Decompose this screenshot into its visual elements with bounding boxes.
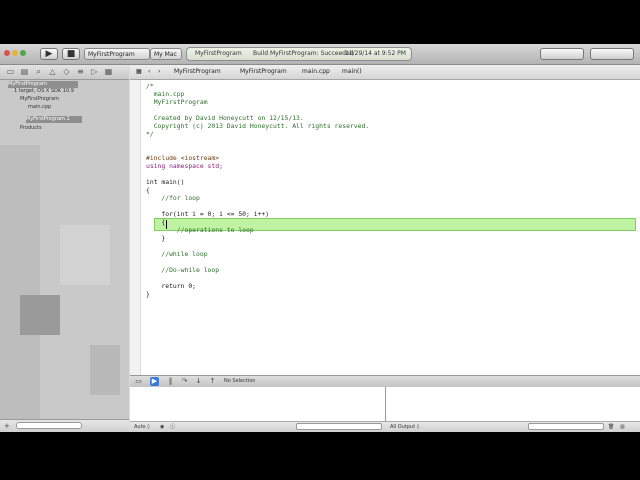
test-icon[interactable]: ◇	[62, 67, 71, 76]
close-dot[interactable]	[4, 50, 10, 56]
console-filter-input[interactable]	[528, 423, 604, 430]
project-navigator: ▭ ▤ ⌕ △ ◇ ≡ ▷ ▦ MyFirstProgram 1 target,…	[0, 65, 129, 432]
tree-item-main-cpp[interactable]: main.cpp	[28, 104, 51, 111]
tree-item-products[interactable]: Products	[20, 125, 42, 132]
code-line: Copyright (c) 2013 David Honeycutt. All …	[146, 122, 370, 130]
code-line: int main()	[146, 178, 185, 186]
code-line: /*	[146, 82, 154, 90]
zoom-dot[interactable]	[20, 50, 26, 56]
scheme-project-selector[interactable]: MyFirstProgram	[84, 48, 150, 60]
activity-status: Build MyFirstProgram: Succeeded	[253, 50, 354, 57]
breakpoints-toggle-icon[interactable]: ▶	[150, 377, 159, 386]
all-output-selector[interactable]: All Output ◊	[390, 422, 419, 432]
code-line: }	[146, 234, 166, 242]
debug-icon[interactable]: ≡	[76, 67, 85, 76]
scheme-destination-label: My Mac	[154, 51, 177, 58]
forward-button[interactable]: ›	[158, 65, 160, 79]
code-line: */	[146, 130, 154, 138]
tree-item-manpage[interactable]: MyFirstProgram.1	[26, 116, 82, 123]
related-items-icon[interactable]: ▦	[136, 65, 142, 79]
code-line: //while loop	[146, 250, 208, 258]
breakpoint-icon[interactable]: ▷	[90, 67, 99, 76]
back-button[interactable]: ‹	[148, 65, 150, 79]
folder-icon[interactable]: ▭	[6, 67, 15, 76]
tree-item-project[interactable]: MyFirstProgram	[8, 81, 78, 88]
window-controls	[4, 48, 28, 60]
info-icon[interactable]: ⓘ	[170, 422, 175, 432]
text-cursor	[166, 220, 167, 229]
navigator-background-shape	[0, 145, 40, 425]
navigator-selector-bar: ▭ ▤ ⌕ △ ◇ ≡ ▷ ▦	[0, 65, 129, 80]
tree-item-target-info: 1 target, OS X SDK 10.9	[14, 88, 74, 94]
search-icon[interactable]: ⌕	[34, 67, 43, 76]
source-editor[interactable]: /* main.cpp MyFirstProgram Created by Da…	[130, 80, 640, 375]
debug-area: Auto ◊ ◉ ⓘ All Output ◊ 🗑 ▥	[130, 387, 640, 432]
play-icon: ▶	[45, 49, 53, 59]
step-in-icon[interactable]: ↓	[194, 377, 203, 386]
console-view[interactable]	[386, 387, 640, 422]
navigator-background-shape	[90, 345, 120, 395]
activity-viewer: MyFirstProgram Build MyFirstProgram: Suc…	[186, 47, 412, 61]
add-icon[interactable]: +	[4, 422, 10, 430]
code-line: MyFirstProgram	[146, 98, 208, 106]
code-line: using namespace std;	[146, 162, 223, 170]
debug-footer: Auto ◊ ◉ ⓘ All Output ◊ 🗑 ▥	[130, 421, 640, 432]
crumb-function[interactable]: main()	[342, 65, 362, 79]
scheme-destination-selector[interactable]: My Mac	[150, 48, 182, 60]
code-line: #include <iostream>	[146, 154, 220, 162]
variables-view[interactable]	[130, 387, 385, 422]
crumb-file[interactable]: main.cpp	[302, 65, 330, 79]
navigator-filter-input[interactable]	[16, 422, 82, 429]
hide-debug-area-icon[interactable]: ▭	[134, 377, 143, 386]
tree-item-group[interactable]: MyFirstProgram	[20, 96, 59, 103]
code-line: }	[146, 290, 150, 298]
code-line: main.cpp	[146, 90, 185, 98]
step-over-icon[interactable]: ↷	[180, 377, 189, 386]
toolbar: ▶ ■ MyFirstProgram My Mac MyFirstProgram…	[0, 44, 640, 65]
navigator-background-shape	[60, 225, 110, 285]
xcode-window: ▶ ■ MyFirstProgram My Mac MyFirstProgram…	[0, 44, 640, 432]
code-line: {	[146, 186, 150, 194]
code-line: //operations to loop	[146, 226, 254, 234]
issue-icon[interactable]: △	[48, 67, 57, 76]
symbol-icon[interactable]: ▤	[20, 67, 29, 76]
code-line: {	[146, 218, 166, 226]
eye-icon[interactable]: ◉	[160, 422, 164, 432]
no-selection-label: No Selection	[224, 378, 256, 384]
navigator-background-shape	[20, 295, 60, 335]
view-toggle-buttons[interactable]	[590, 48, 634, 60]
auto-scope-selector[interactable]: Auto ◊	[134, 422, 150, 432]
code-line: return 0;	[146, 282, 197, 290]
code-line: //Do-while loop	[146, 266, 220, 274]
stop-button[interactable]: ■	[62, 48, 80, 60]
pause-icon[interactable]: ‖	[166, 377, 175, 386]
trash-icon[interactable]: 🗑	[608, 422, 614, 432]
run-button[interactable]: ▶	[40, 48, 58, 60]
log-icon[interactable]: ▦	[104, 67, 113, 76]
scheme-project-label: MyFirstProgram	[88, 51, 135, 58]
split-view-icon[interactable]: ▥	[620, 422, 625, 432]
minimize-dot[interactable]	[12, 50, 18, 56]
code-line: //for loop	[146, 194, 200, 202]
jump-bar: ▦ ‹ › MyFirstProgram MyFirstProgram main…	[130, 65, 640, 80]
navigator-filter-bar: +	[0, 419, 129, 432]
code-line: Created by David Honeycutt on 12/15/13.	[146, 114, 304, 122]
crumb-group[interactable]: MyFirstProgram	[240, 65, 287, 79]
code-line: for(int i = 0; i <= 50; i++)	[146, 210, 270, 218]
activity-project: MyFirstProgram	[195, 50, 242, 57]
step-out-icon[interactable]: ↑	[208, 377, 217, 386]
activity-time: 11/29/14 at 9:52 PM	[345, 50, 406, 57]
stop-icon: ■	[66, 49, 76, 59]
crumb-project[interactable]: MyFirstProgram	[174, 65, 221, 79]
variables-filter-input[interactable]	[296, 423, 382, 430]
editor-gutter[interactable]	[130, 80, 141, 375]
editor-mode-buttons[interactable]	[540, 48, 584, 60]
